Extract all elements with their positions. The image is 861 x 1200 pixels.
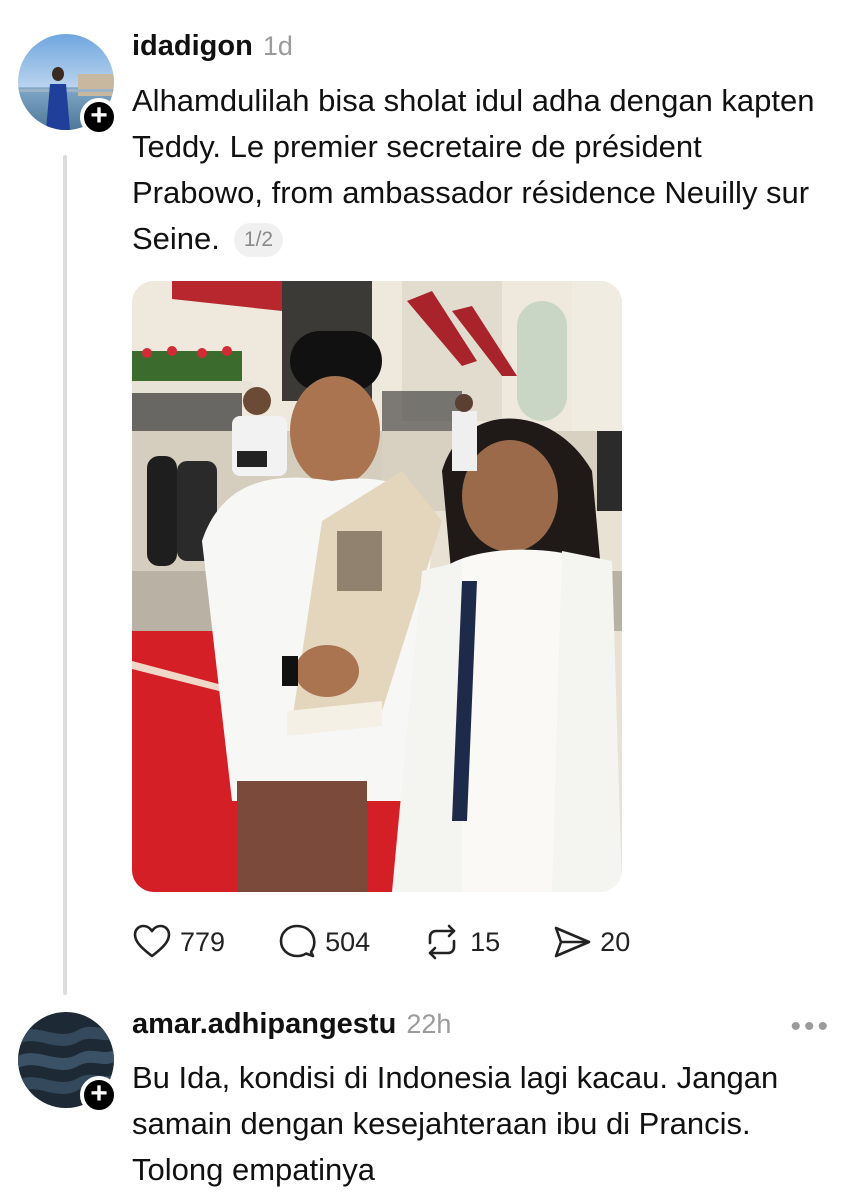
repost-button[interactable]: 15 — [422, 922, 500, 962]
like-count: 779 — [180, 926, 226, 957]
share-count: 20 — [600, 926, 631, 957]
reply-avatar-container[interactable]: + — [18, 1012, 118, 1114]
timestamp: 22h — [406, 1009, 452, 1039]
post-body: Alhamdulilah bisa sholat idul adha denga… — [132, 83, 815, 256]
post-photo[interactable] — [132, 281, 622, 892]
follow-plus-icon[interactable]: + — [80, 1076, 118, 1114]
author-avatar-container[interactable]: + — [18, 34, 118, 136]
post-header: amar.adhipangestu 22h — [132, 1008, 451, 1041]
repost-count: 15 — [470, 926, 501, 957]
post-header: idadigon 1d — [132, 30, 293, 63]
heart-icon — [133, 924, 171, 958]
repost-arrows-icon — [428, 924, 456, 960]
post-text: Bu Ida, kondisi di Indonesia lagi kacau.… — [132, 1055, 837, 1193]
post-body: Bu Ida, kondisi di Indonesia lagi kacau.… — [132, 1060, 779, 1187]
image-pager-badge: 1/2 — [233, 223, 284, 257]
post-text: Alhamdulilah bisa sholat idul adha denga… — [132, 78, 832, 262]
post-actions: 779 504 15 20 — [132, 922, 682, 962]
follow-plus-icon[interactable]: + — [80, 98, 118, 136]
reply-count: 504 — [325, 926, 371, 957]
username[interactable]: amar.adhipangestu — [132, 1008, 396, 1041]
more-options-icon[interactable]: ••• — [790, 1010, 831, 1044]
timestamp: 1d — [262, 31, 293, 61]
username[interactable]: idadigon — [132, 30, 253, 63]
like-button[interactable]: 779 — [132, 922, 225, 962]
paper-plane-icon — [554, 926, 591, 958]
reply-button[interactable]: 504 — [277, 922, 370, 962]
photo-illustration — [132, 281, 622, 892]
thread-line — [63, 155, 67, 995]
share-button[interactable]: 20 — [552, 922, 630, 962]
speech-bubble-icon — [279, 924, 316, 958]
